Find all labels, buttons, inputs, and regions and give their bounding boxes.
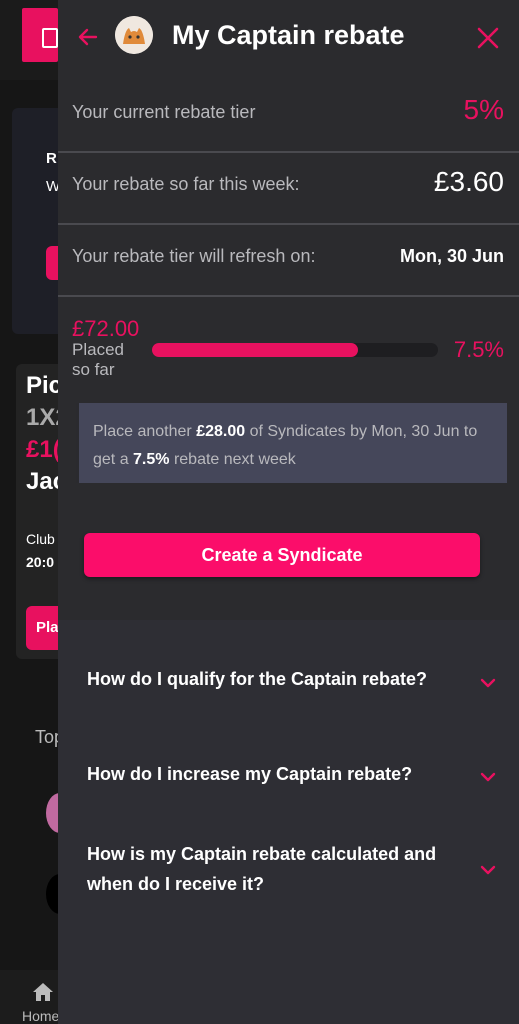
next-tier-value: 7.5% [453, 337, 504, 362]
page-title: My Captain rebate [172, 20, 405, 50]
background-card-text: Pic [26, 372, 63, 399]
chevron-down-icon[interactable] [479, 771, 497, 783]
back-arrow-icon[interactable] [76, 22, 100, 52]
placed-so-far-label: Placed so far [72, 340, 124, 379]
faq-question[interactable]: How do I qualify for the Captain rebate? [87, 664, 447, 694]
info-box: Place another £28.00 of Syndicates by Mo… [76, 403, 507, 483]
faq-section: How do I qualify for the Captain rebate?… [58, 620, 519, 1024]
current-tier-value: 5% [463, 94, 504, 125]
create-syndicate-button[interactable]: Create a Syndicate [84, 533, 480, 577]
info-tier: 7.5% [133, 451, 170, 468]
drawer-header: My Captain rebate [58, 0, 519, 78]
current-tier-row: Your current rebate tier 5% [58, 80, 519, 153]
rebate-so-far-row: Your rebate so far this week: £3.60 [58, 152, 519, 225]
faq-item-calculated[interactable]: How is my Captain rebate calculated and … [87, 839, 497, 899]
chevron-down-icon[interactable] [479, 864, 497, 876]
home-icon[interactable] [32, 982, 54, 1002]
background-card-text: 20:0 [26, 554, 55, 570]
rebate-progress-bar [152, 343, 438, 357]
chevron-down-icon[interactable] [479, 677, 497, 689]
placed-amount: £72.00 [72, 316, 140, 341]
background-card-text: £1( [26, 436, 61, 463]
background-card-text: R [46, 150, 57, 167]
rebate-so-far-value: £3.60 [433, 166, 504, 197]
refresh-date-row: Your rebate tier will refresh on: Mon, 3… [58, 224, 519, 297]
refresh-date-label: Your rebate tier will refresh on: [72, 246, 316, 266]
background-button-label: Pla [36, 619, 59, 636]
rebate-so-far-label: Your rebate so far this week: [72, 174, 300, 194]
info-text: Place another £28.00 of Syndicates by Mo… [93, 418, 493, 474]
info-text-part: rebate next week [169, 451, 296, 468]
app-logo[interactable] [22, 8, 58, 62]
rebate-progress-fill [152, 343, 358, 357]
captain-rebate-drawer: My Captain rebate Your current rebate ti… [58, 0, 519, 1024]
close-icon[interactable] [476, 24, 500, 52]
info-amount: £28.00 [196, 423, 246, 440]
faq-item-increase[interactable]: How do I increase my Captain rebate? [87, 759, 497, 789]
faq-question[interactable]: How is my Captain rebate calculated and … [87, 839, 447, 899]
nav-home-label[interactable]: Home [22, 1008, 59, 1024]
faq-item-qualify[interactable]: How do I qualify for the Captain rebate? [87, 664, 497, 694]
refresh-date-value: Mon, 30 Jun [399, 246, 504, 266]
background-card-text: Club [26, 531, 55, 547]
info-text-part: Place another [93, 423, 197, 440]
avatar [115, 16, 153, 54]
faq-question[interactable]: How do I increase my Captain rebate? [87, 759, 447, 789]
current-tier-label: Your current rebate tier [72, 102, 256, 122]
